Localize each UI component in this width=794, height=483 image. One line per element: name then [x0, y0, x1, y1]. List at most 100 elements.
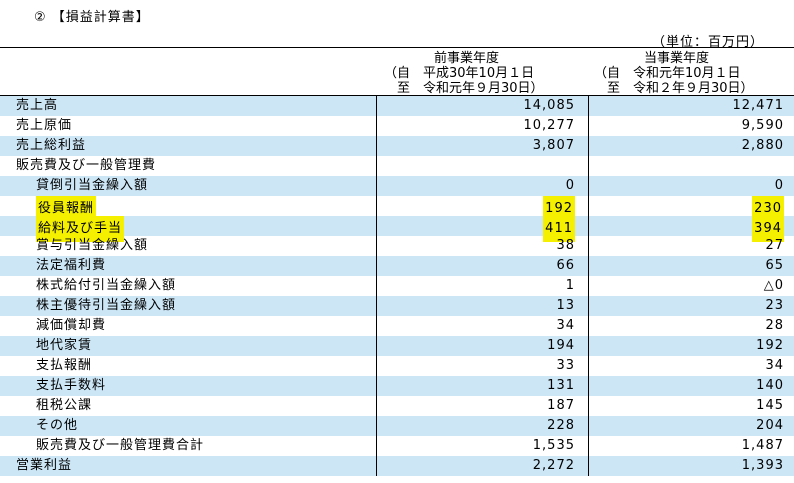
table-row: 株式給付引当金繰入額 1 △0: [0, 276, 794, 296]
prev-year-value: 187: [547, 398, 575, 413]
row-label: 売上総利益: [16, 138, 87, 153]
prev-year-value: 14,085: [523, 98, 575, 113]
row-label: 租税公課: [36, 398, 93, 413]
column-divider: [588, 276, 589, 296]
table-top-rule: [0, 47, 794, 48]
column-divider: [588, 376, 589, 396]
row-label: 支払報酬: [36, 358, 93, 373]
curr-period-to: 至 令和２年９月30日）: [594, 81, 754, 96]
column-divider: [588, 356, 589, 376]
prev-year-value: 2,272: [532, 458, 575, 473]
column-divider: [376, 216, 377, 236]
column-divider: [588, 436, 589, 456]
row-label: 販売費及び一般管理費合計: [36, 438, 205, 453]
prev-year-value: 131: [547, 378, 575, 393]
row-label: 法定福利費: [36, 258, 107, 273]
curr-year-value: 1,487: [741, 438, 784, 453]
column-divider: [588, 136, 589, 156]
curr-year-value: 2,880: [741, 138, 784, 153]
row-label: その他: [36, 418, 79, 433]
curr-year-value: 34: [765, 358, 784, 373]
column-divider: [376, 316, 377, 336]
column-divider: [376, 236, 377, 256]
table-row: 売上原価 10,277 9,590: [0, 116, 794, 136]
column-divider: [588, 116, 589, 136]
curr-period-header: 当事業年度 （自 令和元年10月１日 至 令和２年９月30日）: [594, 51, 754, 96]
curr-year-value: 192: [756, 338, 784, 353]
table-row: 給料及び手当 411 394: [0, 216, 794, 242]
prev-year-value: 13: [556, 298, 575, 313]
table-row: 法定福利費 66 65: [0, 256, 794, 276]
table-row: 売上総利益 3,807 2,880: [0, 136, 794, 156]
column-divider: [376, 436, 377, 456]
column-divider: [376, 196, 377, 216]
table-row: 販売費及び一般管理費合計 1,535 1,487: [0, 436, 794, 456]
row-label: 賞与引当金繰入額: [36, 238, 149, 253]
column-divider: [376, 416, 377, 436]
column-divider: [376, 156, 377, 176]
column-divider: [588, 176, 589, 196]
column-divider: [588, 96, 589, 116]
column-divider: [588, 156, 589, 176]
curr-year-value: 27: [765, 238, 784, 253]
row-label: 貸倒引当金繰入額: [36, 178, 149, 193]
table-row: 支払報酬 33 34: [0, 356, 794, 376]
prev-year-value: 38: [556, 238, 575, 253]
column-divider: [588, 196, 589, 216]
table-row: 販売費及び一般管理費: [0, 156, 794, 176]
row-label: 売上高: [16, 98, 59, 113]
row-label: 販売費及び一般管理費: [16, 158, 157, 173]
row-label: 株式給付引当金繰入額: [36, 278, 177, 293]
curr-year-value: △0: [763, 278, 784, 293]
prev-year-value: 194: [547, 338, 575, 353]
prev-period-header: 前事業年度 （自 平成30年10月１日 至 令和元年９月30日）: [384, 51, 544, 96]
table-row: 株主優待引当金繰入額 13 23: [0, 296, 794, 316]
curr-year-value: 145: [756, 398, 784, 413]
table-row: 役員報酬 192 230: [0, 196, 794, 222]
curr-period-heading: 当事業年度: [644, 51, 710, 66]
row-label: 支払手数料: [36, 378, 107, 393]
curr-year-value: 140: [756, 378, 784, 393]
row-label: 減価償却費: [36, 318, 107, 333]
curr-year-value: 1,393: [741, 458, 784, 473]
curr-year-value: 12,471: [732, 98, 784, 113]
prev-year-value: 34: [556, 318, 575, 333]
curr-year-value: 204: [756, 418, 784, 433]
column-divider: [376, 356, 377, 376]
prev-period-heading: 前事業年度: [434, 51, 500, 66]
column-divider: [376, 96, 377, 116]
column-divider: [376, 296, 377, 316]
table-row: 賞与引当金繰入額 38 27: [0, 236, 794, 256]
column-divider: [588, 336, 589, 356]
column-divider: [588, 316, 589, 336]
column-divider: [588, 256, 589, 276]
row-label: 株主優待引当金繰入額: [36, 298, 177, 313]
income-statement-table: 売上高 14,085 12,471 売上原価 10,277 9,590 売上総利益 3,807…: [0, 96, 794, 476]
prev-year-value: 228: [547, 418, 575, 433]
prev-year-value: 0: [565, 178, 575, 193]
prev-year-value: 1: [565, 278, 575, 293]
table-row: 租税公課 187 145: [0, 396, 794, 416]
column-divider: [588, 216, 589, 236]
column-divider: [376, 256, 377, 276]
curr-year-value: 65: [765, 258, 784, 273]
table-row: 営業利益 2,272 1,393: [0, 456, 794, 476]
table-row: 減価償却費 34 28: [0, 316, 794, 336]
curr-year-value: 0: [774, 178, 784, 193]
column-divider: [376, 276, 377, 296]
column-divider: [376, 136, 377, 156]
prev-period-to: 至 令和元年９月30日）: [384, 81, 544, 96]
curr-year-value: 9,590: [741, 118, 784, 133]
prev-period-from: （自 平成30年10月１日: [384, 66, 535, 81]
column-divider: [588, 296, 589, 316]
column-divider: [588, 396, 589, 416]
table-row: その他 228 204: [0, 416, 794, 436]
prev-year-value: 33: [556, 358, 575, 373]
row-label: 売上原価: [16, 118, 73, 133]
column-divider: [376, 336, 377, 356]
curr-period-from: （自 令和元年10月１日: [594, 66, 741, 81]
table-row: 売上高 14,085 12,471: [0, 96, 794, 116]
table-row: 支払手数料 131 140: [0, 376, 794, 396]
prev-year-value: 3,807: [532, 138, 575, 153]
row-label: 営業利益: [16, 458, 73, 473]
